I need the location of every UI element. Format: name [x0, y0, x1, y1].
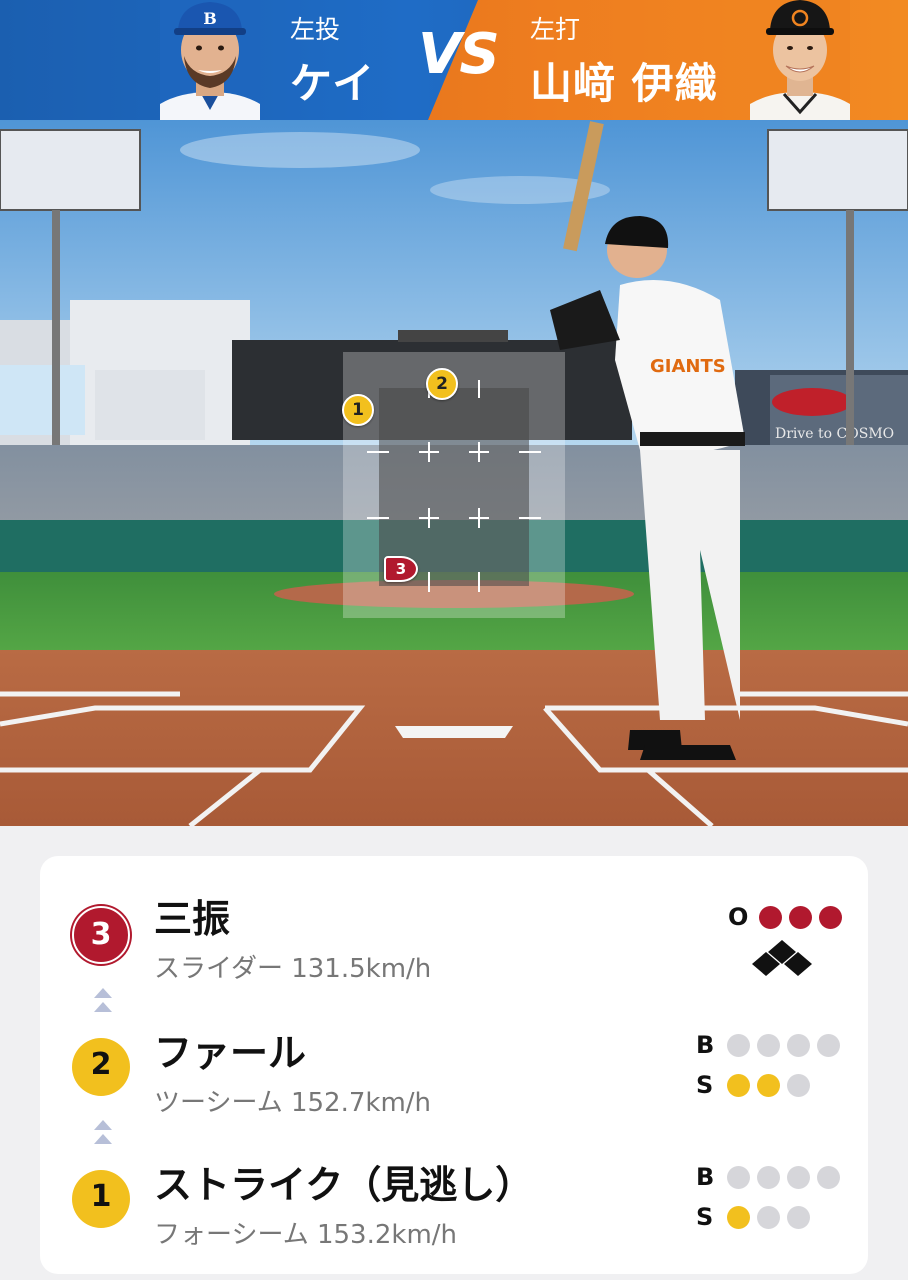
ball-dot	[727, 1165, 750, 1189]
pitcher-name[interactable]: ケイ	[290, 50, 375, 111]
strike-count: S	[696, 1203, 810, 1231]
strike-dot	[787, 1073, 810, 1097]
pitch-row-1[interactable]: 1 ストライク（見逃し） フォーシーム 153.2km/h B S	[40, 1148, 868, 1258]
strike-dot	[757, 1073, 780, 1097]
batter-name[interactable]: 山﨑 伊織	[530, 50, 718, 111]
pitch-marker-2[interactable]: 2	[426, 368, 458, 400]
matchup-header: B 左投 ケイ VS 左打 山﨑 伊織	[0, 0, 908, 120]
pitch-type-speed: スライダー 131.5km/h	[154, 954, 432, 984]
batter-hand-label: 左打	[530, 15, 581, 44]
svg-text:GIANTS: GIANTS	[650, 356, 726, 377]
pitch-row-3[interactable]: 3 三振 スライダー 131.5km/h O	[40, 882, 868, 992]
outs-label: O	[728, 903, 749, 931]
pitcher-hand-label: 左投	[290, 15, 341, 44]
pitch-result: 三振	[154, 897, 231, 941]
strike-dot	[727, 1205, 750, 1229]
vs-label: VS	[418, 22, 500, 87]
ball-dot	[757, 1033, 780, 1057]
batting-view: Drive to COSMO GIANTS 1 2 3	[0, 120, 908, 826]
bases-diamond-icon	[752, 940, 812, 976]
ball-dot	[727, 1033, 750, 1057]
pitch-type-speed: ツーシーム 152.7km/h	[154, 1088, 432, 1118]
strike-dot	[757, 1205, 780, 1229]
batter-avatar[interactable]	[750, 0, 850, 120]
strike-dot	[787, 1205, 810, 1229]
out-dot	[759, 905, 782, 929]
svg-text:Drive to COSMO: Drive to COSMO	[775, 426, 894, 442]
pitcher-avatar[interactable]: B	[160, 0, 260, 120]
pitch-result: ファール	[154, 1031, 307, 1075]
strike-dot	[727, 1073, 750, 1097]
svg-text:B: B	[203, 9, 217, 28]
sequence-arrow-icon	[94, 1120, 112, 1144]
pitch-number-badge: 2	[72, 1038, 130, 1096]
ball-dot	[787, 1165, 810, 1189]
strike-label: S	[696, 1203, 714, 1231]
pitch-result: ストライク（見逃し）	[154, 1163, 534, 1207]
ball-count: B	[696, 1031, 840, 1059]
ball-dot	[787, 1033, 810, 1057]
pitch-marker-1[interactable]: 1	[342, 394, 374, 426]
ball-count: B	[696, 1163, 840, 1191]
ball-label: B	[696, 1031, 715, 1059]
outs-indicator: O	[728, 903, 842, 931]
strike-count: S	[696, 1071, 810, 1099]
out-dot	[819, 905, 842, 929]
pitch-number-badge: 3	[72, 906, 130, 964]
pitch-row-2[interactable]: 2 ファール ツーシーム 152.7km/h B S	[40, 1016, 868, 1126]
pitch-number-badge: 1	[72, 1170, 130, 1228]
sequence-arrow-icon	[94, 988, 112, 1012]
ball-label: B	[696, 1163, 715, 1191]
ball-dot	[817, 1033, 840, 1057]
pitch-marker-3[interactable]: 3	[384, 556, 418, 582]
pitch-type-speed: フォーシーム 153.2km/h	[154, 1220, 458, 1250]
out-dot	[789, 905, 812, 929]
strike-label: S	[696, 1071, 714, 1099]
ball-dot	[757, 1165, 780, 1189]
ball-dot	[817, 1165, 840, 1189]
pitch-log-card: 3 三振 スライダー 131.5km/h O 2 ファール ツーシーム 152.…	[40, 856, 868, 1274]
